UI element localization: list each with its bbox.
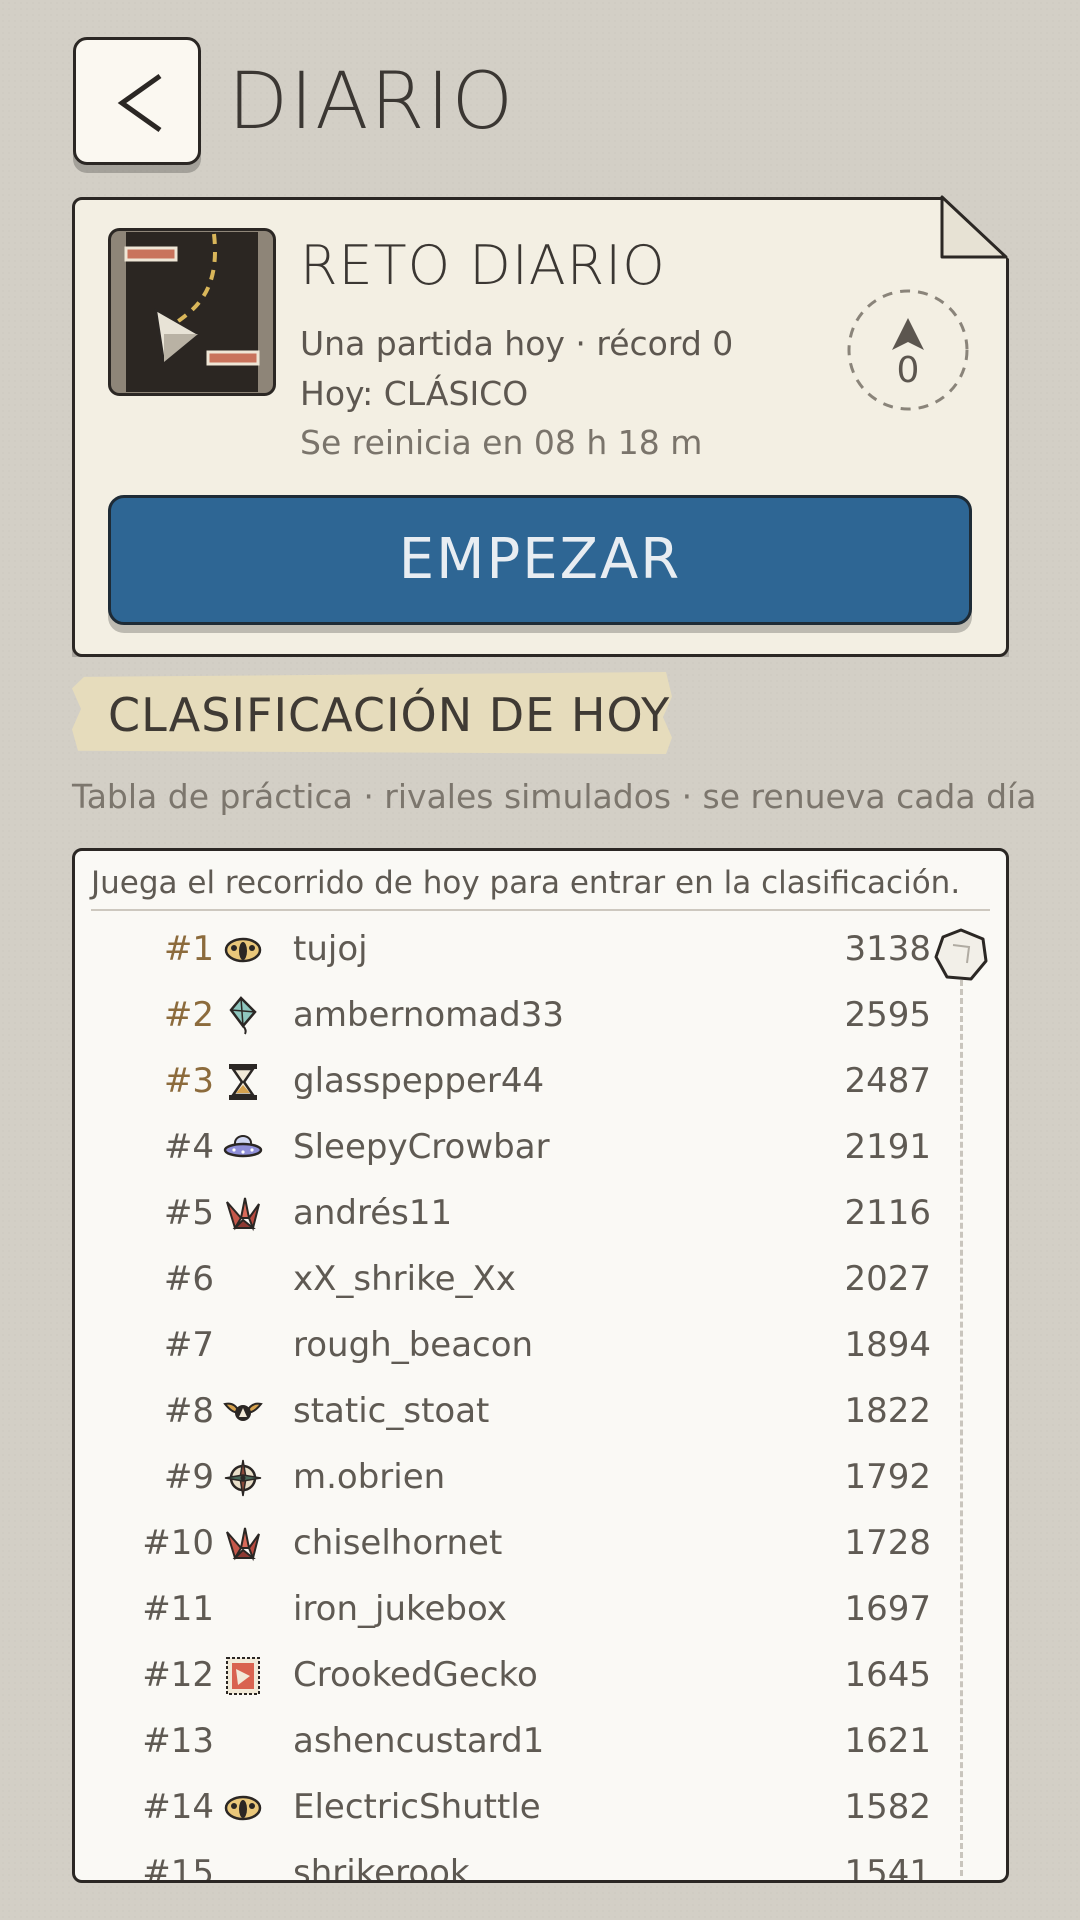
row-player-name: rough_beacon: [293, 1325, 534, 1365]
row-score: 1894: [844, 1325, 931, 1365]
leaderboard-row[interactable]: #8 static_stoat 1822: [75, 1379, 1006, 1445]
row-score: 1822: [844, 1391, 931, 1431]
leaderboard-row[interactable]: #1 tujoj 3138: [75, 917, 1006, 983]
compass-icon: [223, 1458, 263, 1498]
kite-icon: [223, 996, 263, 1036]
row-player-name: chiselhornet: [293, 1523, 503, 1563]
row-player-name: xX_shrike_Xx: [293, 1259, 516, 1299]
stamp-icon: [223, 1656, 263, 1696]
back-button[interactable]: [73, 37, 201, 165]
row-rank: #15: [142, 1853, 214, 1883]
row-player-name: andrés11: [293, 1193, 453, 1233]
row-score: 1697: [844, 1589, 931, 1629]
daily-reset-timer: Se reinicia en 08 h 18 m: [300, 423, 703, 462]
plane-icon: [892, 318, 924, 350]
row-player-name: SleepyCrowbar: [293, 1127, 550, 1167]
row-rank: #2: [163, 995, 214, 1035]
row-rank: #9: [163, 1457, 214, 1497]
row-score: 1645: [844, 1655, 931, 1695]
leaderboard-panel[interactable]: Juega el recorrido de hoy para entrar en…: [72, 848, 1009, 1883]
page-fold-corner: [940, 195, 1008, 259]
row-player-name: ambernomad33: [293, 995, 564, 1035]
row-rank: #3: [163, 1061, 214, 1101]
leaderboard-row[interactable]: #14 ElectricShuttle 1582: [75, 1775, 1006, 1841]
attempts-count: 0: [896, 350, 920, 391]
row-rank: #5: [163, 1193, 214, 1233]
divider: [91, 909, 990, 911]
row-rank: #1: [163, 929, 214, 969]
row-rank: #8: [163, 1391, 214, 1431]
paper-crane-icon: [223, 1194, 263, 1234]
leaderboard-row[interactable]: #11 iron_jukebox 1697: [75, 1577, 1006, 1643]
daily-challenge-title: RETO DIARIO: [300, 234, 666, 297]
row-player-name: static_stoat: [293, 1391, 490, 1431]
leaderboard-heading: CLASIFICACIÓN DE HOY: [108, 688, 671, 742]
row-player-name: ElectricShuttle: [293, 1787, 541, 1827]
leaderboard-row[interactable]: #2 ambernomad33 2595: [75, 983, 1006, 1049]
leaderboard-row[interactable]: #13 ashencustard1 1621: [75, 1709, 1006, 1775]
row-score: 2595: [844, 995, 931, 1035]
paper-crane-icon: [223, 1524, 263, 1564]
daily-challenge-thumbnail: [108, 228, 276, 396]
ufo-icon: [223, 1128, 263, 1168]
leaderboard-row[interactable]: #6 xX_shrike_Xx 2027: [75, 1247, 1006, 1313]
row-score: 2116: [844, 1193, 931, 1233]
leaderboard-hint: Juega el recorrido de hoy para entrar en…: [91, 865, 961, 901]
row-player-name: m.obrien: [293, 1457, 446, 1497]
moth-icon: [223, 930, 263, 970]
leaderboard-row[interactable]: #10 chiselhornet 1728: [75, 1511, 1006, 1577]
row-rank: #13: [142, 1721, 214, 1761]
row-score: 2027: [844, 1259, 931, 1299]
start-button[interactable]: EMPEZAR: [108, 495, 972, 625]
row-score: 1582: [844, 1787, 931, 1827]
row-player-name: ashencustard1: [293, 1721, 545, 1761]
row-rank: #14: [142, 1787, 214, 1827]
leaderboard-row[interactable]: #5 andrés11 2116: [75, 1181, 1006, 1247]
daily-plays-record: Una partida hoy · récord 0: [300, 324, 734, 363]
row-rank: #7: [163, 1325, 214, 1365]
chevron-left-icon: [117, 73, 162, 133]
row-player-name: shrikerook: [293, 1853, 470, 1883]
daily-mode: Hoy: CLÁSICO: [300, 374, 529, 413]
row-player-name: iron_jukebox: [293, 1589, 507, 1629]
moth-icon: [223, 1788, 263, 1828]
row-score: 1621: [844, 1721, 931, 1761]
row-score: 2191: [844, 1127, 931, 1167]
row-player-name: CrookedGecko: [293, 1655, 538, 1695]
row-score: 2487: [844, 1061, 931, 1101]
leaderboard-list: #1 tujoj 3138 #2 ambernomad33 2595 #3 glasspepp…: [75, 917, 1006, 1883]
leaderboard-row[interactable]: #7 rough_beacon 1894: [75, 1313, 1006, 1379]
row-score: 1541: [844, 1853, 931, 1883]
leaderboard-row[interactable]: #4 SleepyCrowbar 2191: [75, 1115, 1006, 1181]
leaderboard-subtitle: Tabla de práctica · rivales simulados · …: [72, 777, 1037, 816]
row-score: 1728: [844, 1523, 931, 1563]
row-rank: #10: [142, 1523, 214, 1563]
leaderboard-row[interactable]: #9 m.obrien 1792: [75, 1445, 1006, 1511]
scrollbar-thumb[interactable]: [933, 927, 989, 983]
page-title: DIARIO: [228, 57, 516, 147]
row-rank: #6: [163, 1259, 214, 1299]
leaderboard-row[interactable]: #15 shrikerook 1541: [75, 1841, 1006, 1883]
row-rank: #11: [142, 1589, 214, 1629]
row-rank: #12: [142, 1655, 214, 1695]
scrollbar-track[interactable]: [960, 971, 963, 1876]
row-player-name: tujoj: [293, 929, 368, 969]
winged-emblem-icon: [223, 1392, 263, 1432]
hourglass-icon: [223, 1062, 263, 1102]
leaderboard-row[interactable]: #3 glasspepper44 2487: [75, 1049, 1006, 1115]
leaderboard-row[interactable]: #12 CrookedGecko 1645: [75, 1643, 1006, 1709]
row-rank: #4: [163, 1127, 214, 1167]
row-score: 3138: [844, 929, 931, 969]
row-score: 1792: [844, 1457, 931, 1497]
row-player-name: glasspepper44: [293, 1061, 545, 1101]
